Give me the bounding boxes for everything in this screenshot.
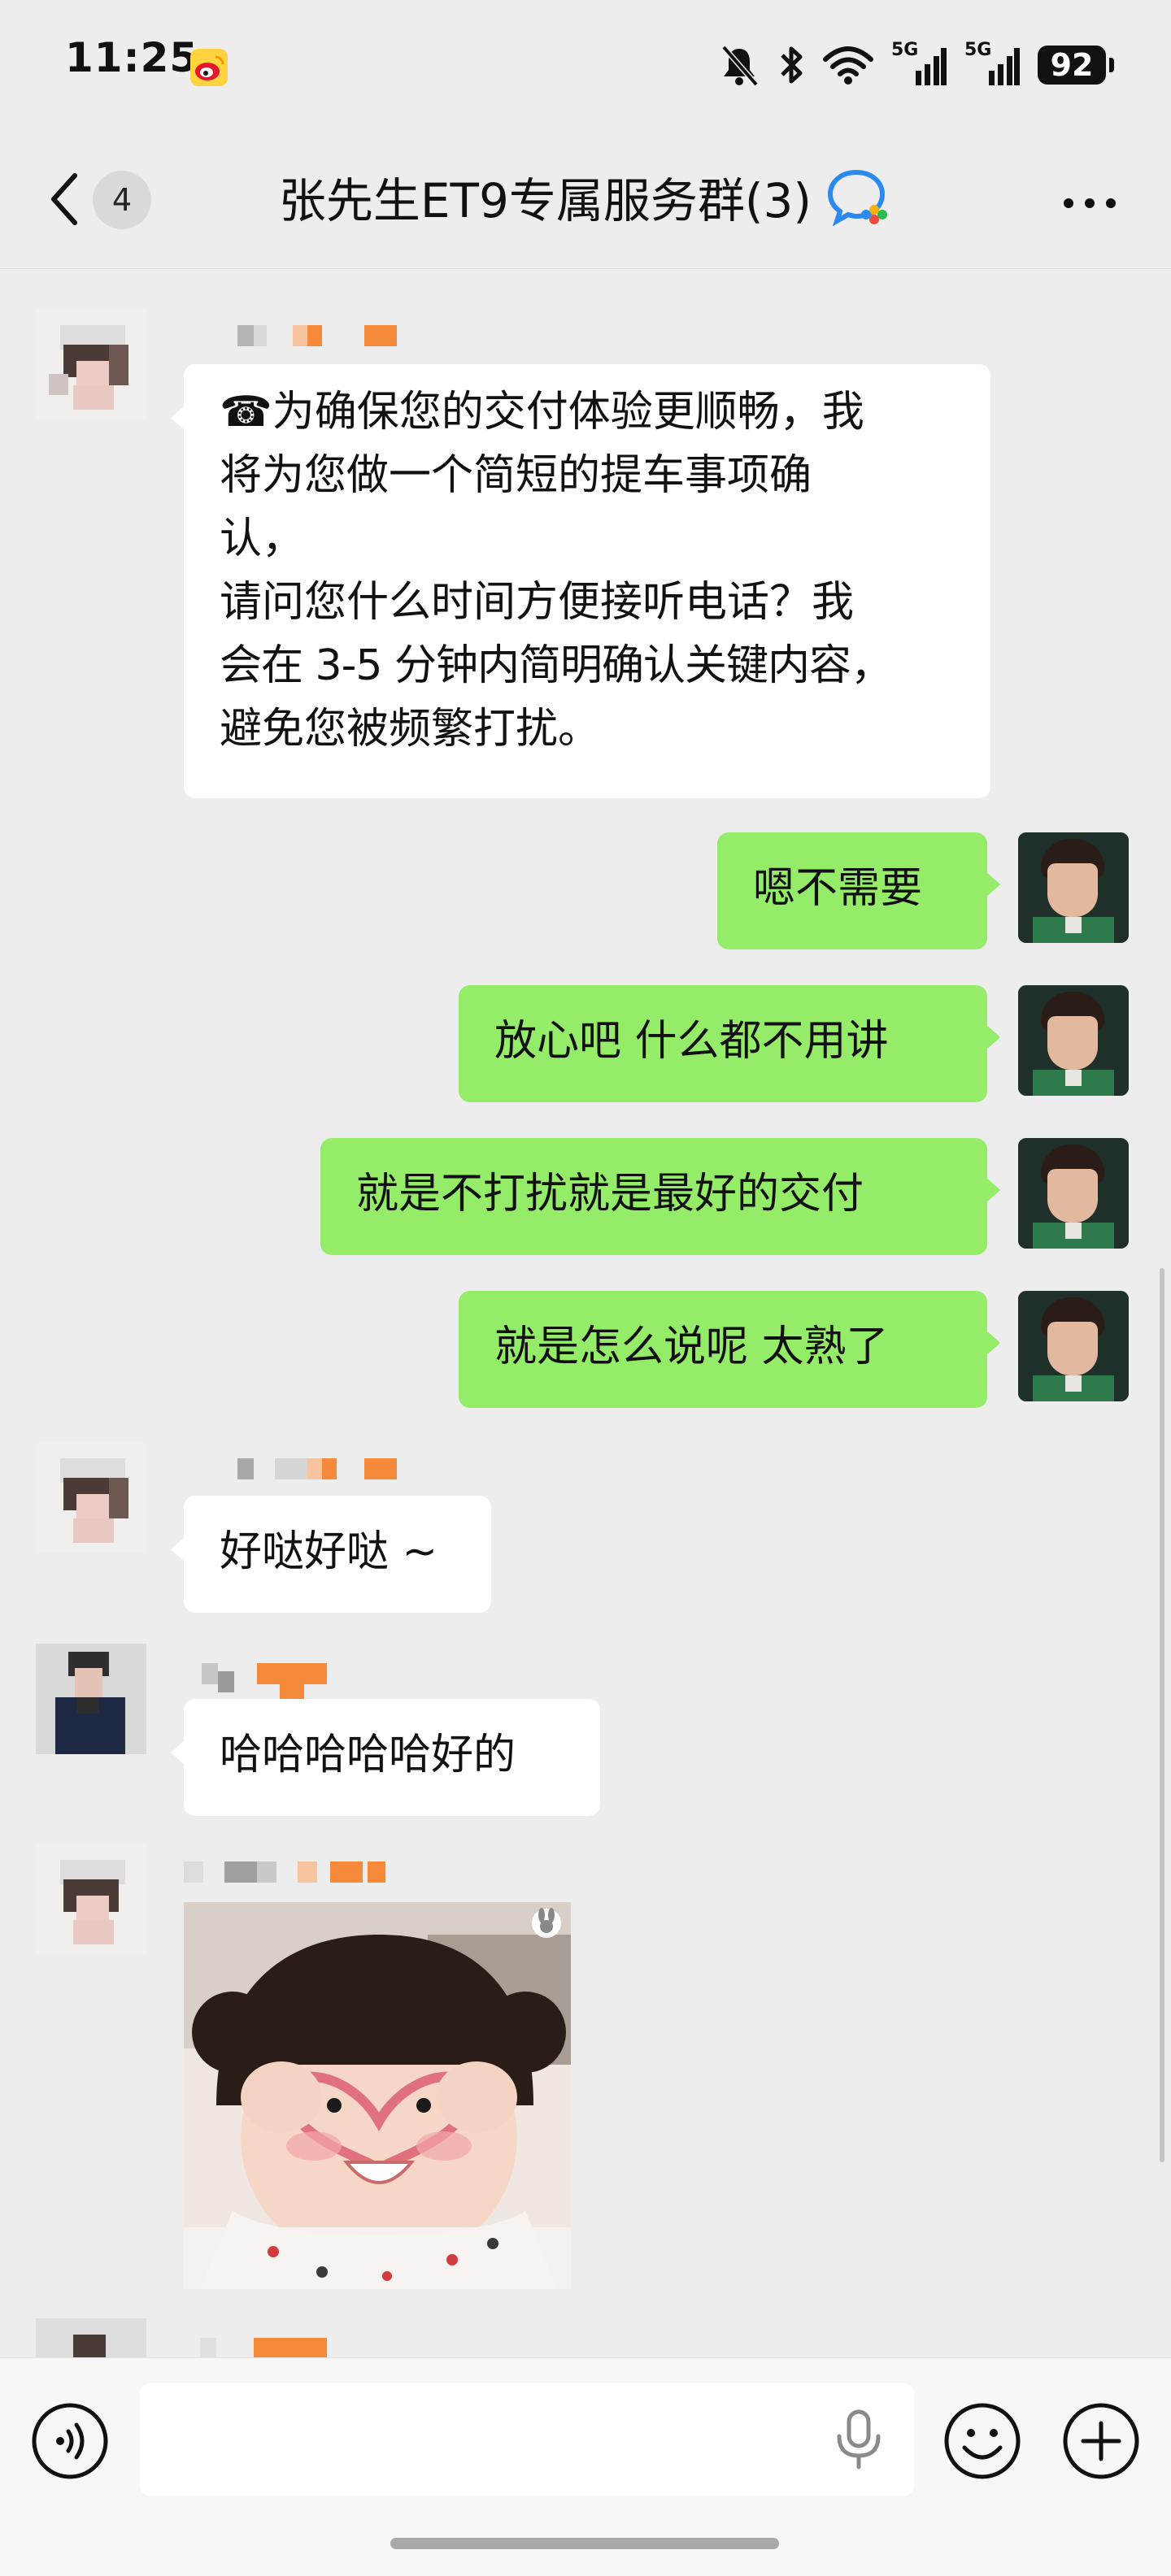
more-icon xyxy=(1064,198,1116,208)
voice-icon xyxy=(32,2403,108,2479)
title-wrap: 张先生ET9专属服务群(3) xyxy=(0,163,1171,231)
message-line: 认， xyxy=(220,515,305,563)
weibo-icon xyxy=(190,49,228,86)
home-indicator[interactable] xyxy=(390,2538,779,2549)
wifi-icon xyxy=(823,46,873,85)
message-line: 将为您做一个简短的提车事项确 xyxy=(220,451,812,500)
wecom-icon xyxy=(828,169,888,226)
battery-icon: 92 xyxy=(1038,46,1114,85)
avatar[interactable] xyxy=(36,1442,146,1553)
message-bubble-incoming[interactable]: 好哒好哒 ~ xyxy=(171,1496,491,1613)
message-bubble-outgoing[interactable]: 嗯不需要 xyxy=(717,832,1000,949)
plus-icon xyxy=(1063,2403,1139,2479)
my-avatar[interactable] xyxy=(1018,1291,1129,1401)
message-bubble-outgoing[interactable]: 就是不打扰就是最好的交付 xyxy=(320,1138,1000,1255)
sticker-art xyxy=(184,1902,571,2289)
message-input[interactable] xyxy=(140,2383,914,2496)
sender-nickname xyxy=(200,2338,330,2359)
avatar[interactable] xyxy=(36,1844,146,1954)
voice-button[interactable] xyxy=(31,2402,109,2480)
avatar[interactable] xyxy=(36,309,146,419)
signal-icon-2: 5G xyxy=(964,40,1020,87)
sender-nickname xyxy=(202,1663,332,1705)
message-line: 会在 3-5 分钟内简明确认关键内容， xyxy=(220,641,893,690)
message-line: ☎为确保您的交付体验更顺畅，我 xyxy=(220,388,864,437)
avatar[interactable] xyxy=(36,2318,146,2357)
bluetooth-icon xyxy=(781,46,803,84)
status-time: 11:25 xyxy=(65,34,199,81)
more-button[interactable] xyxy=(1057,179,1122,228)
chat-title: 张先生ET9专属服务群(3) xyxy=(278,173,812,228)
sticker-image[interactable] xyxy=(184,1902,571,2289)
mute-bell-icon xyxy=(721,45,759,86)
chat-header: 4 张先生ET9专属服务群(3) xyxy=(0,130,1171,269)
sender-nickname xyxy=(237,325,408,346)
message-bubble-outgoing[interactable]: 就是怎么说呢 太熟了 xyxy=(459,1291,1000,1408)
message-line: 请问您什么时间方便接听电话？我 xyxy=(220,578,855,627)
emoji-button[interactable] xyxy=(943,2402,1021,2480)
message-bubble-outgoing[interactable]: 放心吧 什么都不用讲 xyxy=(459,985,1000,1102)
sender-nickname xyxy=(237,1458,408,1479)
message-line: 避免您被频繁打扰。 xyxy=(220,705,601,754)
message-bubble-incoming[interactable]: ☎为确保您的交付体验更顺畅，我 将为您做一个简短的提车事项确 认， 请问您什么时… xyxy=(171,364,990,798)
sender-nickname xyxy=(184,1861,411,1883)
my-avatar[interactable] xyxy=(1018,832,1129,943)
status-bar: 11:25 5G 5G 92 xyxy=(0,0,1171,130)
my-avatar[interactable] xyxy=(1018,985,1129,1096)
signal-icon-1: 5G xyxy=(891,40,947,87)
scrollbar[interactable] xyxy=(1160,1268,1164,2162)
plus-button[interactable] xyxy=(1062,2402,1140,2480)
message-bubble-incoming[interactable]: 哈哈哈哈哈好的 xyxy=(171,1699,600,1816)
avatar[interactable] xyxy=(36,1644,146,1754)
status-icons: 5G 5G 92 xyxy=(719,39,1114,91)
emoji-icon xyxy=(944,2403,1021,2479)
my-avatar[interactable] xyxy=(1018,1138,1129,1249)
mic-icon[interactable] xyxy=(829,2409,888,2470)
